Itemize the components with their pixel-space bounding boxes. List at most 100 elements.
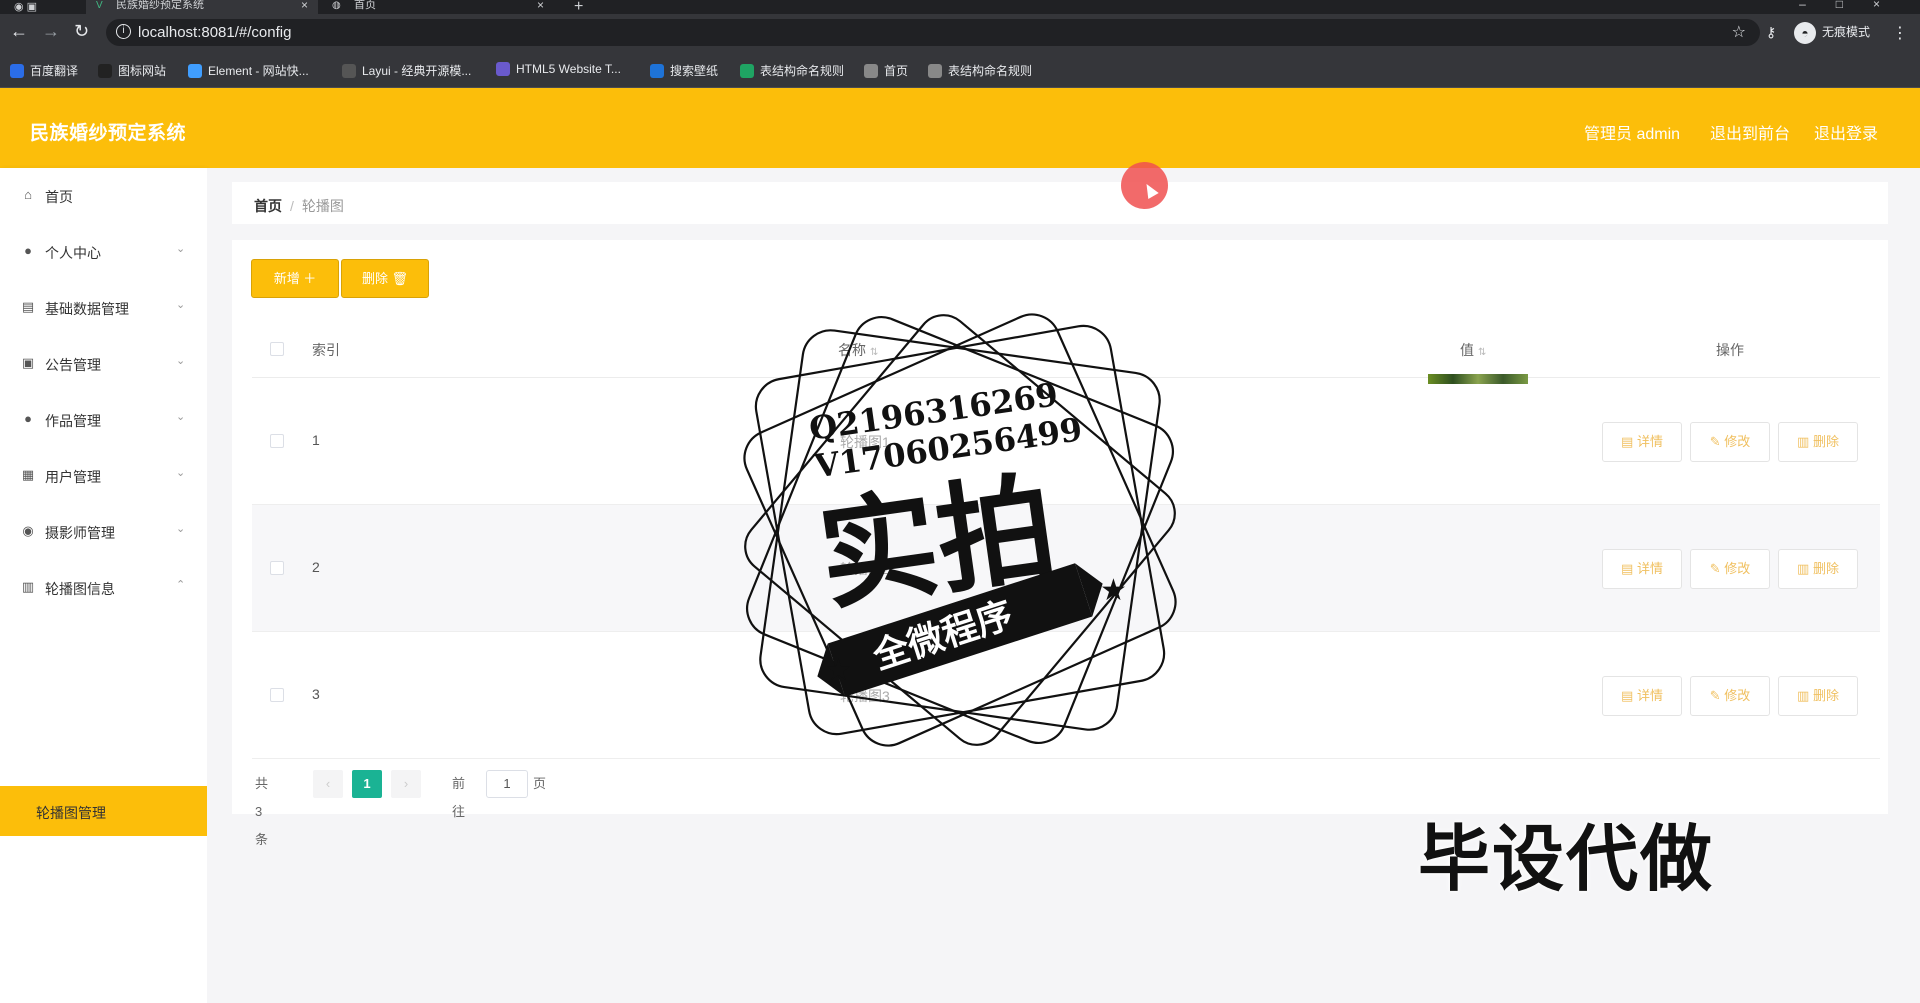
row-delete-button-label: 删除 [1812, 434, 1839, 449]
bookmark-item[interactable]: Layui - 经典开源模... [342, 62, 471, 79]
sidebar-item-label: 作品管理 [45, 413, 101, 429]
bookmark-item[interactable]: 表结构命名规则 [928, 62, 1032, 79]
bookmark-item[interactable]: 搜索壁纸 [650, 62, 718, 79]
bookmark-label: HTML5 Website T... [516, 62, 621, 76]
detail-button[interactable]: ▤ 详情 [1602, 549, 1682, 589]
chevron-down-icon: ⌄ [176, 243, 186, 255]
url-text[interactable]: localhost:8081/#/config [138, 24, 291, 41]
users-icon: ▦ [21, 467, 35, 482]
data-icon: ▤ [21, 299, 35, 314]
sidebar-item-6[interactable]: ◉ 摄影师管理 ⌄ [0, 504, 207, 560]
url-omnibox[interactable]: i localhost:8081/#/config ☆ [106, 19, 1760, 46]
bookmark-item[interactable]: HTML5 Website T... [496, 62, 621, 76]
add-button[interactable]: 新增 ＋ [251, 259, 339, 298]
bookmark-item[interactable]: 表结构命名规则 [740, 62, 844, 79]
cell-index: 2 [312, 559, 320, 575]
next-page-button[interactable]: › [391, 770, 421, 798]
bookmarks-bar: 百度翻译 图标网站 Element - 网站快... Layui - 经典开源模...… [0, 50, 1920, 88]
document-icon: ▤ [1621, 434, 1637, 449]
incognito-label: 无痕模式 [1822, 25, 1871, 39]
row-delete-button[interactable]: ▥ 删除 [1778, 422, 1858, 462]
sidebar-item-5[interactable]: ▦ 用户管理 ⌄ [0, 448, 207, 504]
sidebar-item-0[interactable]: ⌂ 首页 [0, 168, 207, 224]
cell-index: 1 [312, 432, 320, 448]
bookmark-favicon-icon [98, 64, 112, 78]
window-controls[interactable]: –□× [1799, 0, 1910, 11]
tab-close-icon[interactable]: × [301, 0, 308, 11]
edit-button[interactable]: ✎ 修改 [1690, 422, 1770, 462]
app-header: 民族婚纱预定系统 管理员 admin 退出到前台 退出登录 [0, 88, 1920, 168]
bookmark-item[interactable]: 图标网站 [98, 62, 166, 79]
to-front-link[interactable]: 退出到前台 [1710, 120, 1790, 144]
sidebar-item-label: 用户管理 [45, 469, 101, 485]
tab-close-icon[interactable]: × [537, 0, 544, 11]
detail-button[interactable]: ▤ 详情 [1602, 676, 1682, 716]
bookmark-item[interactable]: 首页 [864, 62, 908, 79]
site-info-icon[interactable]: i [116, 24, 131, 39]
prev-page-button[interactable]: ‹ [313, 770, 343, 798]
sidebar-item-2[interactable]: ▤ 基础数据管理 ⌄ [0, 280, 207, 336]
col-header-actions: 操作 [1716, 342, 1744, 358]
sidebar-item-label: 基础数据管理 [45, 301, 129, 317]
sidebar-item-label: 公告管理 [45, 357, 101, 373]
edit-button[interactable]: ✎ 修改 [1690, 549, 1770, 589]
key-icon[interactable]: ⚷ [1766, 19, 1776, 45]
browser-tab-strip: ◉ ▣ V 民族婚纱预定系统 × ◍ 首页 × + –□× [0, 0, 1920, 14]
chevron-up-icon: ⌃ [176, 579, 186, 591]
browser-profile-icon[interactable]: ◉ ▣ [14, 0, 37, 13]
sidebar-subitem-carousel-management[interactable]: 轮播图管理 [0, 786, 207, 836]
chevron-down-icon: ⌄ [176, 299, 186, 311]
bookmark-favicon-icon [740, 64, 754, 78]
sort-icon[interactable]: ⇅ [1478, 347, 1486, 358]
delete-button[interactable]: 删除 🗑 [341, 259, 429, 298]
col-header-value[interactable]: 值 ⇅ [1460, 340, 1486, 360]
bookmark-label: Layui - 经典开源模... [362, 64, 472, 78]
bookmark-favicon-icon [928, 64, 942, 78]
browser-menu-icon[interactable]: ⋮ [1892, 23, 1908, 43]
back-arrow-icon[interactable]: ← [10, 21, 28, 42]
reload-icon[interactable]: ↻ [74, 21, 89, 42]
cell-value-image [1428, 374, 1528, 384]
sidebar-item-4[interactable]: ● 作品管理 ⌄ [0, 392, 207, 448]
tab-inactive[interactable]: ◍ 首页 × [322, 0, 554, 14]
goto-page-input[interactable]: 1 [486, 770, 528, 798]
bookmark-item[interactable]: 百度翻译 [10, 62, 78, 79]
row-checkbox[interactable] [270, 688, 284, 702]
sidebar-item-7[interactable]: ▥ 轮播图信息 ⌃ [0, 560, 207, 616]
admin-user-label[interactable]: 管理员 admin [1584, 120, 1680, 144]
detail-button[interactable]: ▤ 详情 [1602, 422, 1682, 462]
bookmark-label: 搜索壁纸 [670, 64, 719, 78]
tab-active[interactable]: V 民族婚纱预定系统 × [86, 0, 318, 14]
page-1-button[interactable]: 1 [352, 770, 382, 798]
sidebar-item-label: 个人中心 [45, 245, 101, 261]
pencil-icon: ✎ [1709, 561, 1725, 576]
row-delete-button[interactable]: ▥ 删除 [1778, 676, 1858, 716]
incognito-indicator[interactable]: ⚷ ◓ 无痕模式 [1766, 19, 1871, 45]
sidebar-item-1[interactable]: ● 个人中心 ⌄ [0, 224, 207, 280]
trash-icon: ▥ [1797, 434, 1813, 449]
tab-inactive-title: 首页 [354, 0, 376, 11]
row-checkbox[interactable] [270, 561, 284, 575]
breadcrumb-home[interactable]: 首页 [254, 198, 282, 214]
carousel-icon: ▥ [21, 579, 35, 594]
trash-icon: ▥ [1797, 561, 1813, 576]
detail-button-label: 详情 [1636, 688, 1663, 703]
bookmark-item[interactable]: Element - 网站快... [188, 62, 309, 79]
bookmark-star-icon[interactable]: ☆ [1732, 22, 1746, 42]
edit-button-label: 修改 [1724, 688, 1751, 703]
bookmark-label: 首页 [884, 64, 909, 78]
bookmark-favicon-icon [864, 64, 878, 78]
col-header-index: 索引 [312, 342, 340, 358]
select-all-checkbox[interactable] [270, 342, 284, 356]
logout-link[interactable]: 退出登录 [1814, 120, 1878, 144]
breadcrumb: 首页 / 轮播图 [254, 196, 344, 216]
row-delete-button[interactable]: ▥ 删除 [1778, 549, 1858, 589]
new-tab-button[interactable]: + [574, 0, 583, 14]
bookmark-label: 百度翻译 [30, 64, 79, 78]
document-icon: ▤ [1621, 688, 1637, 703]
row-checkbox[interactable] [270, 434, 284, 448]
edit-button[interactable]: ✎ 修改 [1690, 676, 1770, 716]
bookmark-favicon-icon [10, 64, 24, 78]
sidebar-item-3[interactable]: ▣ 公告管理 ⌄ [0, 336, 207, 392]
forward-arrow-icon[interactable]: → [42, 21, 60, 42]
